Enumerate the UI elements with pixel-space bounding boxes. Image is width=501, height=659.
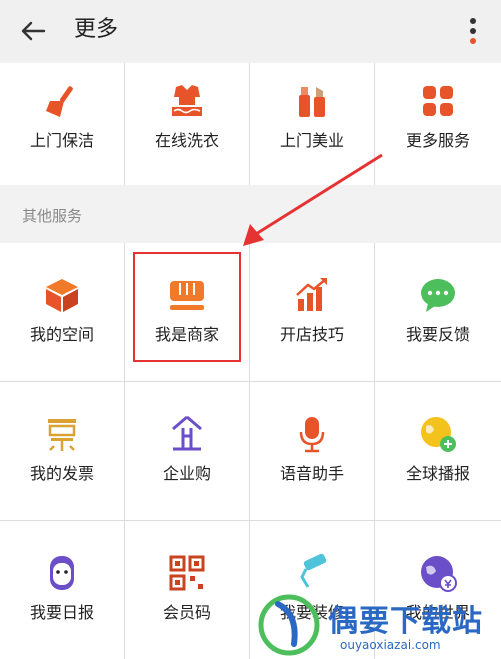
top-services-grid: 上门保洁 在线洗衣 上门美业 更多服务	[0, 63, 501, 185]
watermark-title: 偶要下载站	[328, 604, 483, 639]
service-voice-assistant[interactable]: 语音助手	[250, 382, 374, 520]
service-store-tips[interactable]: 开店技巧	[250, 243, 374, 381]
app-header: 更多	[0, 0, 501, 62]
service-online-laundry[interactable]: 在线洗衣	[125, 63, 249, 185]
paint-roller-icon	[300, 553, 327, 588]
service-more[interactable]: 更多服务	[375, 63, 501, 185]
watermark-url: ouyaoxiazai.com	[340, 638, 441, 652]
qr-code-icon	[169, 555, 205, 591]
microphone-icon	[299, 417, 325, 453]
section-header: 其他服务	[0, 185, 501, 243]
globe-broadcast-icon	[421, 417, 456, 452]
grid-icon	[423, 86, 453, 116]
service-global-broadcast[interactable]: 全球播报	[375, 382, 501, 520]
laundry-icon	[172, 85, 202, 116]
service-feedback[interactable]: 我要反馈	[375, 243, 501, 381]
service-my-space[interactable]: 我的空间	[0, 243, 124, 381]
section-title: 其他服务	[22, 207, 83, 225]
service-my-invoice[interactable]: 我的发票	[0, 382, 124, 520]
service-beauty[interactable]: 上门美业	[250, 63, 374, 185]
box-icon	[46, 279, 78, 312]
daily-report-icon	[50, 556, 74, 590]
invoice-icon	[48, 419, 76, 451]
world-icon	[421, 556, 457, 592]
enterprise-icon	[172, 415, 202, 451]
service-house-cleaning[interactable]: 上门保洁	[0, 63, 124, 185]
arrow-left-icon[interactable]	[16, 14, 50, 48]
service-enterprise-purchase[interactable]: 企业购	[125, 382, 249, 520]
cosmetics-icon	[299, 87, 325, 117]
service-member-code[interactable]: 会员码	[125, 521, 249, 659]
highlight-box	[133, 252, 241, 362]
broom-icon	[46, 86, 73, 117]
more-vertical-icon[interactable]	[463, 14, 483, 48]
watermark-logo-icon	[258, 594, 320, 656]
growth-chart-icon	[296, 278, 327, 311]
watermark: 偶要下载站 ouyaoxiazai.com	[258, 590, 501, 659]
page-title: 更多	[74, 17, 119, 42]
service-daily-report[interactable]: 我要日报	[0, 521, 124, 659]
chat-bubble-icon	[421, 279, 455, 312]
